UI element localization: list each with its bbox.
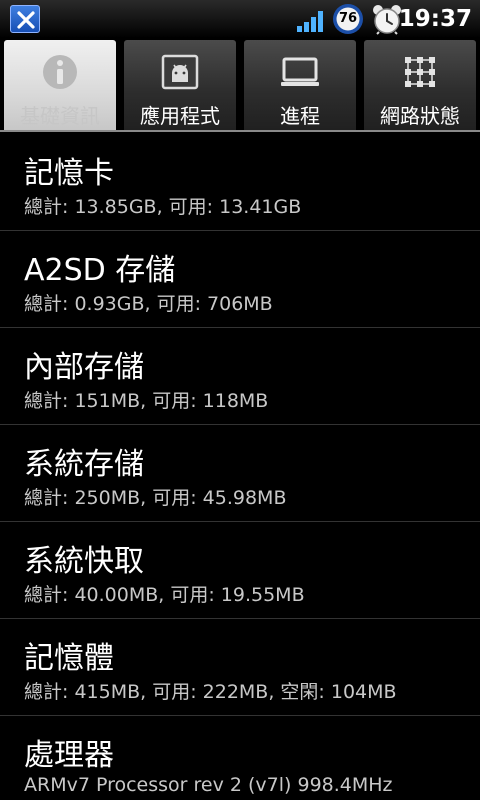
tab-label: 進程 [280, 104, 320, 128]
tab-label: 基礎資訊 [20, 104, 100, 128]
list-item-processor[interactable]: 處理器 ARMv7 Processor rev 2 (v7l) 998.4MHz [0, 716, 480, 800]
item-detail: ARMv7 Processor rev 2 (v7l) 998.4MHz [24, 774, 393, 796]
item-detail: 總計: 40.00MB, 可用: 19.55MB [24, 584, 305, 606]
network-grid-icon [405, 57, 435, 87]
tab-label: 應用程式 [140, 104, 220, 128]
item-detail: 總計: 250MB, 可用: 45.98MB [24, 487, 287, 509]
clock: 19:37 [398, 6, 472, 32]
item-title: A2SD 存儲 [24, 253, 176, 288]
list-item-internal-storage[interactable]: 內部存儲 總計: 151MB, 可用: 118MB [0, 328, 480, 425]
battery-level: 76 [338, 11, 358, 26]
item-detail: 總計: 415MB, 可用: 222MB, 空閑: 104MB [24, 681, 397, 703]
list-item-sd-card[interactable]: 記憶卡 總計: 13.85GB, 可用: 13.41GB [0, 134, 480, 231]
tab-basic-info[interactable]: 基礎資訊 [4, 40, 116, 130]
x-icon[interactable] [10, 5, 40, 33]
android-app-icon [161, 54, 199, 90]
item-title: 記憶卡 [24, 156, 114, 191]
signal-bars-icon [297, 11, 323, 32]
tab-apps[interactable]: 應用程式 [124, 40, 236, 130]
status-bar: 76 19:37 [0, 0, 480, 38]
info-icon [43, 55, 77, 89]
list-item-system-cache[interactable]: 系統快取 總計: 40.00MB, 可用: 19.55MB [0, 522, 480, 619]
tab-label: 網路狀態 [380, 104, 460, 128]
tab-processes[interactable]: 進程 [244, 40, 356, 130]
item-detail: 總計: 151MB, 可用: 118MB [24, 390, 269, 412]
tab-network-status[interactable]: 網路狀態 [364, 40, 476, 130]
item-detail: 總計: 13.85GB, 可用: 13.41GB [24, 196, 302, 218]
tab-divider [0, 130, 480, 132]
list-item-system-storage[interactable]: 系統存儲 總計: 250MB, 可用: 45.98MB [0, 425, 480, 522]
info-list[interactable]: 記憶卡 總計: 13.85GB, 可用: 13.41GB A2SD 存儲 總計:… [0, 134, 480, 800]
item-title: 系統快取 [24, 544, 144, 579]
item-detail: 總計: 0.93GB, 可用: 706MB [24, 293, 273, 315]
tab-bar: 基礎資訊 應用程式 進程 網路狀態 [0, 38, 480, 132]
monitor-icon [281, 57, 319, 86]
item-title: 處理器 [24, 738, 114, 773]
item-title: 內部存儲 [24, 350, 144, 385]
list-item-a2sd-storage[interactable]: A2SD 存儲 總計: 0.93GB, 可用: 706MB [0, 231, 480, 328]
item-title: 系統存儲 [24, 447, 144, 482]
list-item-memory[interactable]: 記憶體 總計: 415MB, 可用: 222MB, 空閑: 104MB [0, 619, 480, 716]
item-title: 記憶體 [24, 641, 114, 676]
